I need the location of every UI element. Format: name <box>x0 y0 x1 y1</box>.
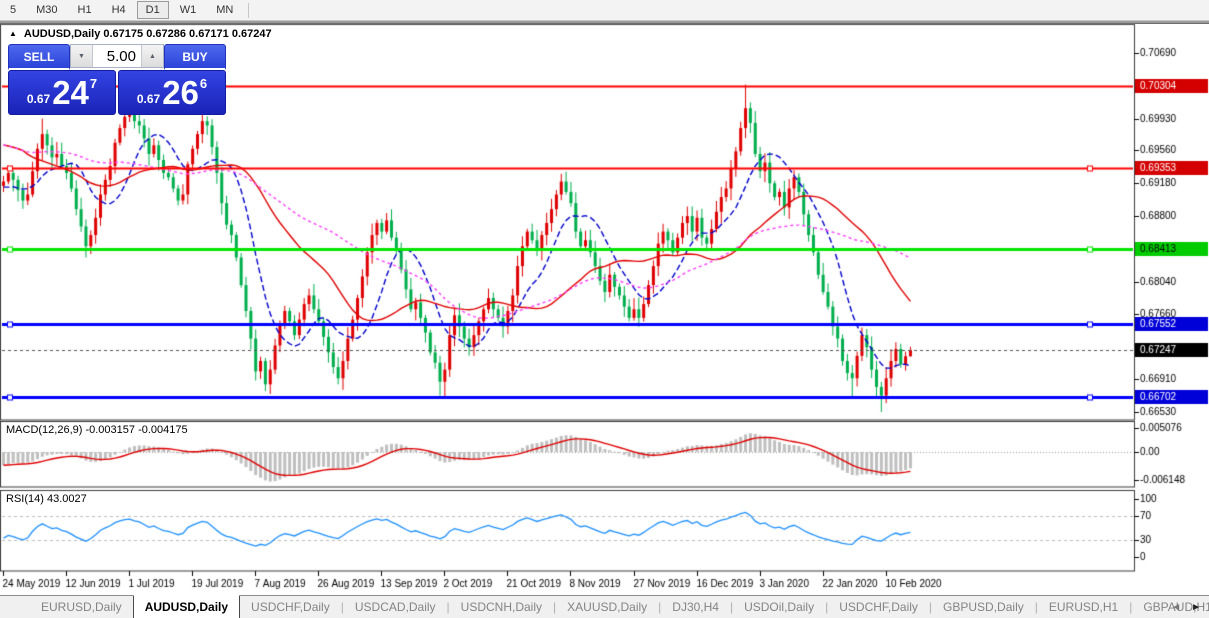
chart-tab-USDCHF-Daily[interactable]: USDCHF,Daily <box>240 596 341 618</box>
tab-scroll-left-icon[interactable]: ◄ <box>1171 602 1181 613</box>
sell-price-sup: 7 <box>90 71 97 91</box>
chart-tab-EURUSD-Daily[interactable]: EURUSD,Daily <box>30 596 133 618</box>
timeframe-toolbar: 5M30H1H4D1W1MN <box>0 0 1209 20</box>
chart-title-text: AUDUSD,Daily 0.67175 0.67286 0.67171 0.6… <box>24 28 272 40</box>
timeframe-button-MN[interactable]: MN <box>207 1 242 19</box>
volume-box: ▼ 5.00 ▲ <box>70 44 164 68</box>
sell-price-button[interactable]: 0.67 24 7 <box>8 70 116 115</box>
chart-tab-EURUSD-H1[interactable]: EURUSD,H1 <box>1038 596 1129 618</box>
buy-price-button[interactable]: 0.67 26 6 <box>118 70 226 115</box>
timeframe-button-H4[interactable]: H4 <box>103 1 135 19</box>
chart-tab-USDCHF-Daily[interactable]: USDCHF,Daily <box>828 596 929 618</box>
buy-button[interactable]: BUY <box>164 44 226 70</box>
chart-tab-XAUUSD-Daily[interactable]: XAUUSD,Daily <box>556 596 658 618</box>
chart-tab-USDCNH-Daily[interactable]: USDCNH,Daily <box>450 596 553 618</box>
timeframe-button-M30[interactable]: M30 <box>27 1 66 19</box>
collapse-icon[interactable]: ▲ <box>9 29 17 38</box>
tab-scroll-right-icon[interactable]: ► <box>1191 602 1201 613</box>
timeframe-button-D1[interactable]: D1 <box>137 1 169 19</box>
one-click-trading-panel: SELL ▼ 5.00 ▲ BUY 0.67 24 7 0.67 26 6 <box>8 44 226 115</box>
buy-price-big: 26 <box>162 73 199 113</box>
window-splitter[interactable] <box>0 20 1209 24</box>
spin-up-icon: ▲ <box>149 53 156 60</box>
tab-scroll-arrows: ◄ ► <box>1171 596 1201 618</box>
spin-down-icon: ▼ <box>78 53 85 60</box>
volume-input[interactable]: 5.00 <box>93 45 141 67</box>
volume-increase-button[interactable]: ▲ <box>141 45 163 67</box>
toolbar-separator <box>248 3 249 18</box>
buy-price-sup: 6 <box>200 71 207 91</box>
sell-price-big: 24 <box>52 73 89 113</box>
buy-price-prefix: 0.67 <box>137 92 160 114</box>
chart-tab-USDCAD-Daily[interactable]: USDCAD,Daily <box>344 596 447 618</box>
timeframe-button-5[interactable]: 5 <box>1 1 25 19</box>
chart-tab-AUDUSD-Daily[interactable]: AUDUSD,Daily <box>133 595 240 618</box>
chart-tab-DJ30-H4[interactable]: DJ30,H4 <box>661 596 730 618</box>
rsi-indicator-label: RSI(14) 43.0027 <box>6 493 87 505</box>
sell-button[interactable]: SELL <box>8 44 70 70</box>
sell-price-prefix: 0.67 <box>27 92 50 114</box>
volume-decrease-button[interactable]: ▼ <box>71 45 93 67</box>
chart-tab-GBPUSD-Daily[interactable]: GBPUSD,Daily <box>932 596 1035 618</box>
timeframe-button-W1[interactable]: W1 <box>171 1 206 19</box>
chart-tab-USDOil-Daily[interactable]: USDOil,Daily <box>733 596 825 618</box>
chart-tab-bar: EURUSD,DailyAUDUSD,DailyUSDCHF,Daily|USD… <box>0 595 1209 618</box>
chart-title: ▲ AUDUSD,Daily 0.67175 0.67286 0.67171 0.… <box>9 28 272 40</box>
macd-indicator-label: MACD(12,26,9) -0.003157 -0.004175 <box>6 424 188 436</box>
timeframe-button-H1[interactable]: H1 <box>69 1 101 19</box>
